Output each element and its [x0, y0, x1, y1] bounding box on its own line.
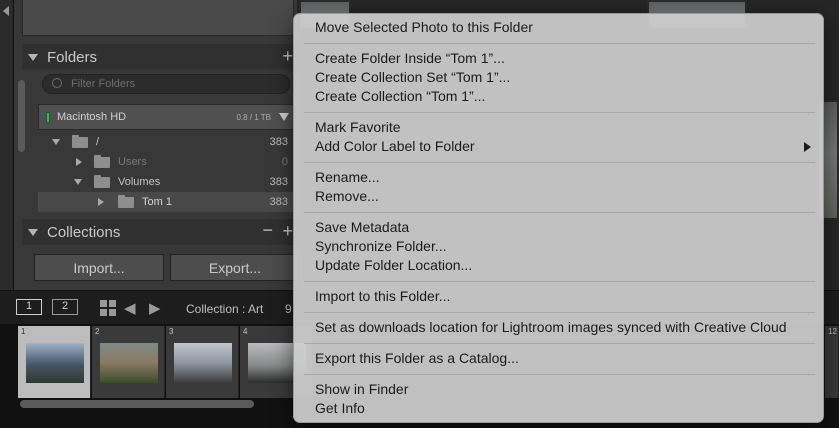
forward-arrow-icon[interactable]: ▶	[149, 299, 161, 317]
menu-item-mark-favorite[interactable]: Mark Favorite	[315, 118, 401, 137]
folder-count: 383	[269, 196, 288, 208]
add-folder-icon[interactable]: +	[282, 46, 293, 67]
left-panel-toggle[interactable]	[0, 0, 14, 290]
grid-view-icon[interactable]	[100, 300, 116, 316]
disclosure-triangle-icon[interactable]	[28, 228, 38, 236]
add-collection-icon[interactable]: +	[282, 221, 293, 242]
folder-row-root[interactable]: / 383	[38, 132, 294, 152]
menu-separator	[304, 281, 815, 282]
folder-icon	[94, 154, 110, 168]
main-window-button[interactable]: 1	[16, 299, 42, 315]
thumbnail	[100, 343, 158, 383]
back-arrow-icon[interactable]: ◀	[124, 299, 136, 317]
search-icon	[52, 78, 62, 88]
submenu-arrow-icon	[804, 142, 811, 152]
folder-row-tom1[interactable]: Tom 1 383	[38, 192, 294, 212]
menu-item-create-collection[interactable]: Create Collection “Tom 1”...	[315, 87, 485, 106]
left-panel-scrollbar[interactable]	[18, 80, 25, 152]
menu-item-create-folder[interactable]: Create Folder Inside “Tom 1”...	[315, 49, 505, 68]
folder-count: 383	[269, 136, 288, 148]
menu-separator	[304, 162, 815, 163]
second-window-button[interactable]: 2	[52, 299, 78, 315]
collapse-left-panel-icon[interactable]	[3, 6, 9, 16]
filmstrip-cell[interactable]: 3	[166, 326, 239, 398]
cell-number: 3	[169, 327, 174, 336]
folder-icon	[72, 134, 88, 148]
menu-item-set-downloads-location[interactable]: Set as downloads location for Lightroom …	[315, 318, 787, 337]
menu-item-import-to-folder[interactable]: Import to this Folder...	[315, 287, 450, 306]
collapse-triangle-icon[interactable]	[98, 198, 104, 206]
cell-number: 12	[828, 327, 837, 336]
volume-capacity: 0.8 / 1 TB	[236, 112, 271, 122]
import-button[interactable]: Import...	[34, 254, 164, 281]
menu-item-save-metadata[interactable]: Save Metadata	[315, 218, 409, 237]
cell-number: 4	[243, 327, 248, 336]
collections-panel-header[interactable]: Collections − +	[22, 219, 297, 245]
collections-panel-title: Collections	[47, 223, 121, 241]
menu-item-remove[interactable]: Remove...	[315, 187, 379, 206]
expand-triangle-icon[interactable]	[52, 139, 60, 145]
thumbnail	[174, 343, 232, 383]
folder-label: Users	[118, 156, 147, 168]
expand-triangle-icon[interactable]	[74, 179, 82, 185]
filmstrip-cell[interactable]: 1	[18, 326, 91, 398]
filmstrip-scrollbar[interactable]	[20, 400, 254, 408]
navigator-preview	[22, 0, 294, 36]
menu-item-rename[interactable]: Rename...	[315, 168, 380, 187]
menu-separator	[304, 112, 815, 113]
folder-context-menu: Move Selected Photo to this Folder Creat…	[293, 13, 824, 423]
volume-row[interactable]: Macintosh HD 0.8 / 1 TB	[38, 104, 294, 130]
folder-row-volumes[interactable]: Volumes 383	[38, 172, 294, 192]
folder-label: /	[96, 136, 100, 148]
filter-placeholder: Filter Folders	[71, 78, 136, 90]
filter-folders-input[interactable]: Filter Folders	[42, 74, 290, 94]
menu-item-move-selected-photo[interactable]: Move Selected Photo to this Folder	[315, 18, 533, 37]
thumbnail	[26, 343, 84, 383]
menu-item-create-collection-set[interactable]: Create Collection Set “Tom 1”...	[315, 68, 510, 87]
folder-count: 383	[269, 176, 288, 188]
menu-item-synchronize-folder[interactable]: Synchronize Folder...	[315, 237, 447, 256]
menu-item-show-in-finder[interactable]: Show in Finder	[315, 380, 408, 399]
folder-icon	[94, 174, 110, 188]
folder-count: 0	[281, 156, 288, 168]
disclosure-triangle-icon[interactable]	[28, 53, 38, 61]
menu-separator	[304, 343, 815, 344]
menu-item-update-folder-location[interactable]: Update Folder Location...	[315, 256, 472, 275]
menu-separator	[304, 374, 815, 375]
volume-status-icon	[46, 111, 50, 123]
menu-item-get-info[interactable]: Get Info	[315, 399, 365, 418]
folders-panel-header[interactable]: Folders +	[22, 44, 297, 70]
menu-item-add-color-label[interactable]: Add Color Label to Folder	[315, 137, 475, 156]
photo-count-label: 9	[285, 302, 292, 316]
folders-panel-title: Folders	[47, 48, 98, 66]
filmstrip-cell[interactable]: 2	[92, 326, 165, 398]
cell-number: 2	[95, 327, 100, 336]
folder-icon	[118, 194, 134, 208]
volume-name: Macintosh HD	[57, 111, 127, 123]
remove-collection-icon[interactable]: −	[262, 220, 273, 241]
filmstrip-cell[interactable]: 12	[825, 326, 839, 398]
cell-number: 1	[21, 327, 26, 336]
volume-dropdown-icon[interactable]	[279, 113, 289, 121]
menu-item-export-as-catalog[interactable]: Export this Folder as a Catalog...	[315, 349, 519, 368]
menu-separator	[304, 43, 815, 44]
menu-separator	[304, 212, 815, 213]
folder-row-users[interactable]: Users 0	[38, 152, 294, 172]
folder-label: Tom 1	[142, 196, 172, 208]
menu-separator	[304, 312, 815, 313]
collapse-triangle-icon[interactable]	[76, 158, 82, 166]
collection-source-label[interactable]: Collection : Art	[186, 302, 263, 316]
export-button[interactable]: Export...	[170, 254, 300, 281]
folder-label: Volumes	[118, 176, 161, 188]
